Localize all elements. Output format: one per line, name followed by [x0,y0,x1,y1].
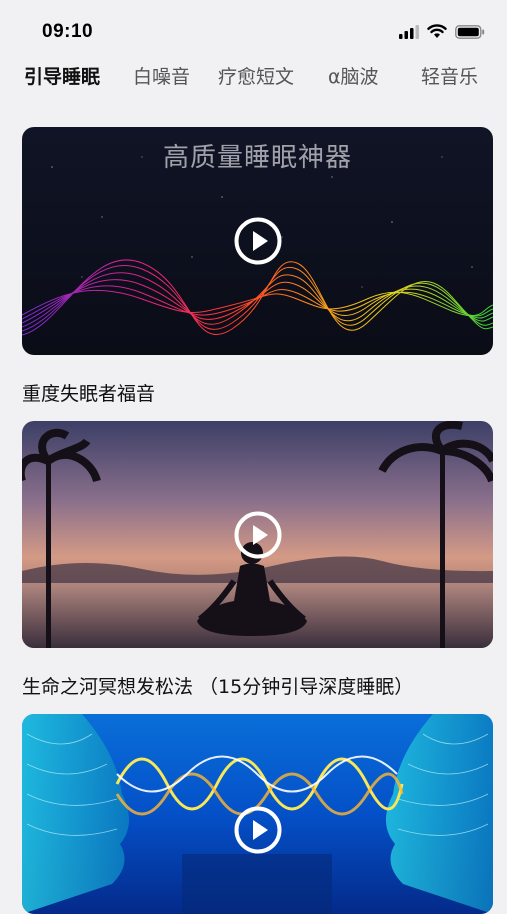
tab-alpha-waves[interactable]: α脑波 [328,62,379,89]
card-overlay-title: 高质量睡眠神器 [162,143,352,173]
video-card-sleep-aid[interactable]: 高质量睡眠神器 [22,127,493,355]
tab-healing-essays[interactable]: 疗愈短文 [218,62,294,89]
status-icons [399,24,485,39]
video-card-meditation[interactable] [22,421,493,648]
play-icon[interactable] [234,217,282,265]
cellular-signal-icon [399,24,419,39]
battery-icon [455,24,485,39]
status-bar: 09:10 [0,0,507,62]
video-caption[interactable]: 重度失眠者福音 [22,379,155,406]
tab-white-noise[interactable]: 白噪音 [133,62,190,89]
status-time: 09:10 [42,21,94,42]
category-tabs: 引导睡眠 白噪音 疗愈短文 α脑波 轻音乐 [0,62,507,92]
tab-guided-sleep[interactable]: 引导睡眠 [24,62,100,89]
play-icon[interactable] [234,806,282,854]
wifi-icon [427,24,447,38]
video-caption[interactable]: 生命之河冥想发松法 （15分钟引导深度睡眠） [22,672,413,699]
video-card-brainwaves[interactable] [22,714,493,914]
play-icon[interactable] [234,511,282,559]
tab-light-music[interactable]: 轻音乐 [421,62,478,89]
